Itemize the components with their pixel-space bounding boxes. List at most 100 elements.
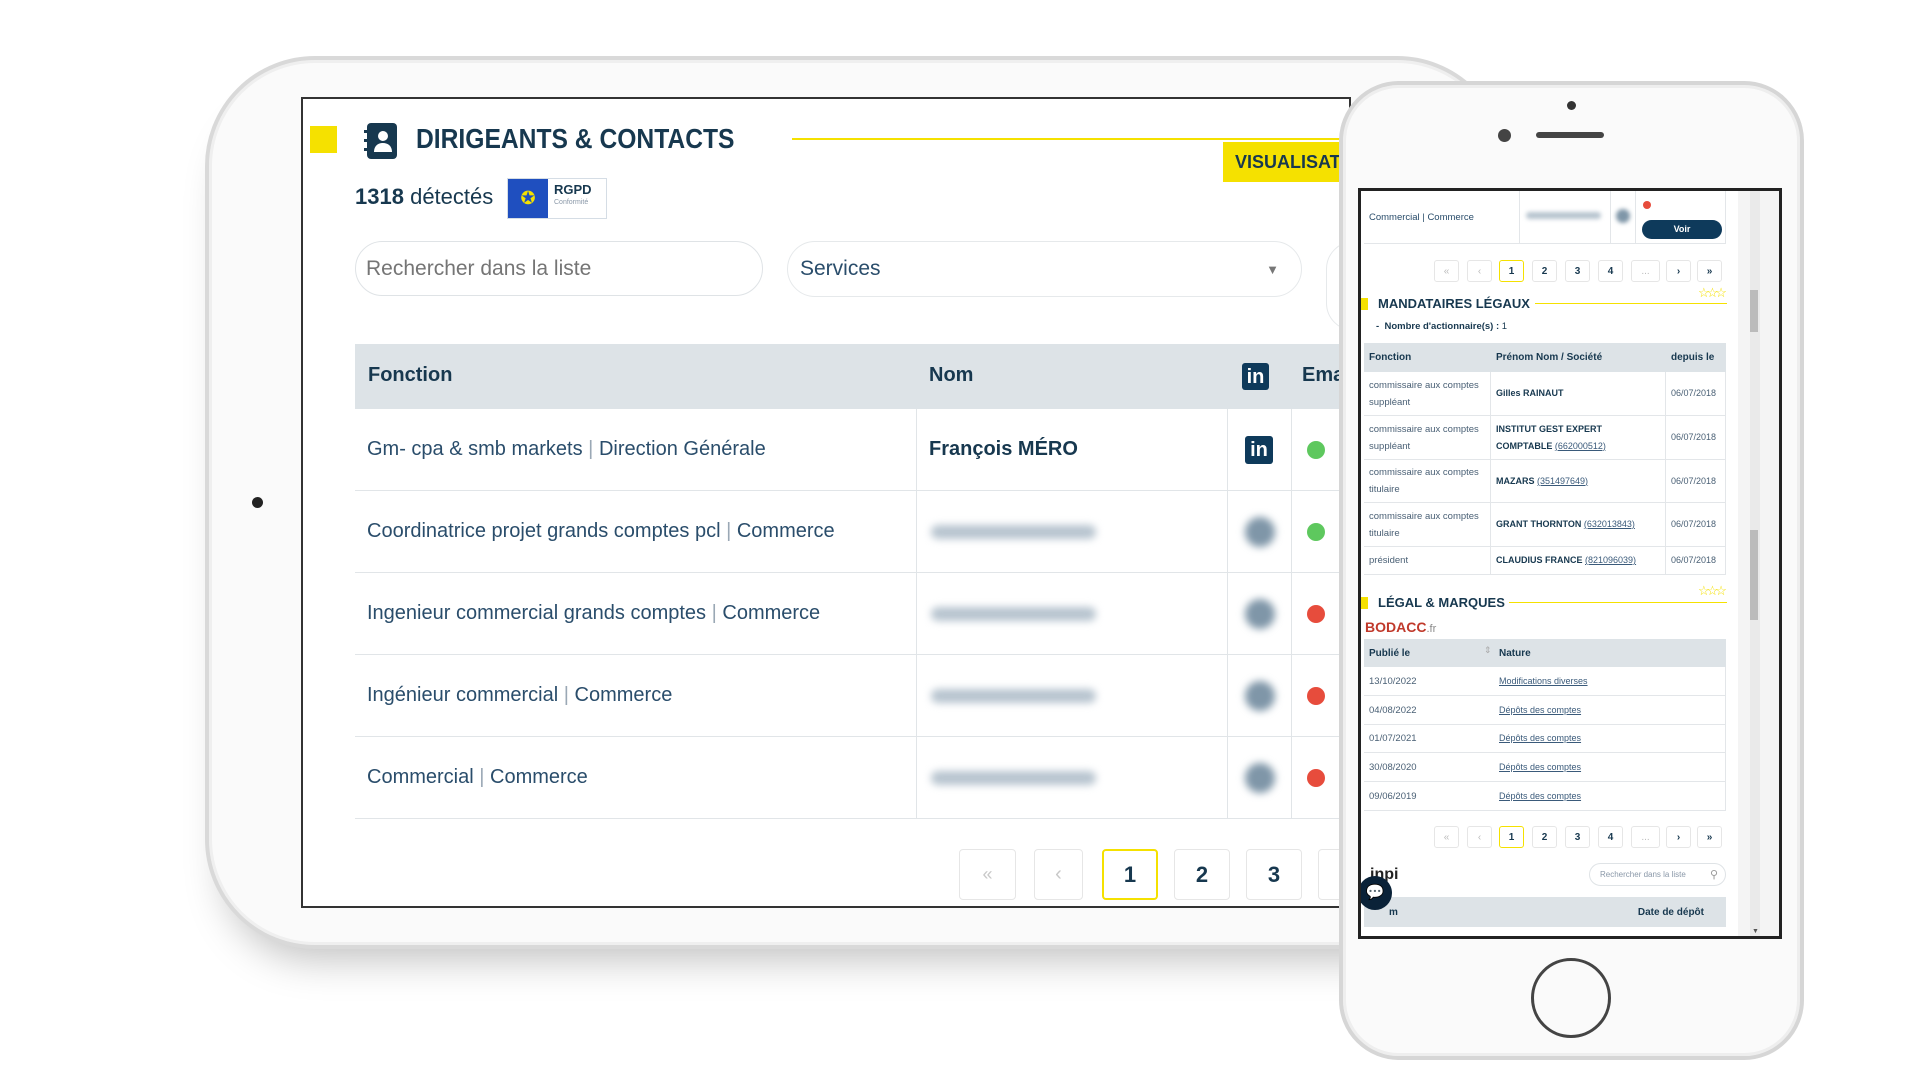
pagination-page-2[interactable]: 2 (1532, 260, 1557, 282)
table-row-nom: François MÉRO (917, 409, 1228, 491)
pagination-first[interactable]: « (1434, 260, 1459, 282)
rgpd-badge: ✪ RGPD Conformité (507, 178, 607, 219)
pagination-page-1[interactable]: 1 (1499, 826, 1524, 848)
top-row-nom-blurred (1520, 191, 1611, 244)
actionnaires-count: - Nombre d'actionnaire(s) : 1 (1376, 321, 1508, 332)
title-underline (1535, 303, 1727, 304)
header-nom: Prénom Nom / Société (1491, 343, 1666, 372)
search-input[interactable] (355, 241, 763, 296)
bodacc-date: 30/08/2020 (1364, 753, 1494, 782)
pagination-page-3[interactable]: 3 (1246, 849, 1302, 900)
siren-link[interactable]: (821096039) (1585, 555, 1636, 565)
chat-icon[interactable]: 💬 (1361, 876, 1392, 910)
bodacc-nature-link[interactable]: Dépôts des comptes (1494, 725, 1726, 753)
table-row-linkedin[interactable] (1228, 573, 1292, 655)
table-row-linkedin[interactable]: in (1228, 409, 1292, 491)
pagination-page-1[interactable]: 1 (1102, 849, 1158, 900)
bodacc-nature-link[interactable]: Dépôts des comptes (1494, 696, 1726, 725)
section-marker (1361, 298, 1368, 310)
title-underline (792, 138, 1349, 140)
eu-stars-icon: ✪ (508, 179, 548, 218)
status-dot-green (1307, 441, 1325, 459)
pagination-prev[interactable]: ‹ (1467, 826, 1492, 848)
mandataire-date: 06/07/2018 (1666, 416, 1726, 460)
linkedin-icon[interactable]: in (1245, 436, 1273, 464)
tablet-screen: DIRIGEANTS & CONTACTS VISUALISAT 1318 dé… (301, 97, 1351, 908)
pagination-page-3[interactable]: 3 (1565, 826, 1590, 848)
table-row-linkedin[interactable] (1228, 491, 1292, 573)
header-publie[interactable]: Publié le (1364, 639, 1494, 667)
pagination-next[interactable]: › (1666, 260, 1691, 282)
table-header (355, 344, 1349, 409)
services-select[interactable]: Services ▼ (787, 241, 1302, 297)
top-row-fonction: Commercial | Commerce (1364, 191, 1520, 244)
voir-button[interactable]: Voir (1642, 220, 1722, 239)
mandataire-nom: GRANT THORNTON (632013843) (1491, 503, 1666, 547)
scrollbar-thumb-2[interactable] (1750, 530, 1758, 620)
table-row-fonction: Ingenieur commercial grands comptes | Co… (355, 573, 917, 655)
pagination-page-4[interactable]: 4 (1598, 260, 1623, 282)
mandataire-fonction: commissaire aux comptes suppléant (1364, 416, 1491, 460)
pagination-first[interactable]: « (1434, 826, 1459, 848)
siren-link[interactable]: (632013843) (1584, 519, 1635, 529)
linkedin-icon-blurred (1245, 763, 1275, 793)
header-depuis: depuis le (1666, 343, 1726, 372)
pagination-last[interactable]: » (1697, 826, 1722, 848)
pagination-page-3[interactable]: 3 (1565, 260, 1590, 282)
scroll-down-arrow[interactable]: ▼ (1752, 928, 1759, 935)
visualisation-button[interactable]: VISUALISAT (1223, 142, 1349, 182)
pagination-page-ellipsis[interactable]: ... (1631, 826, 1660, 848)
pagination-first[interactable]: « (959, 849, 1016, 900)
table-row-linkedin[interactable] (1228, 655, 1292, 737)
phone-screen: Commercial | Commerce Voir «‹ 1 2 3 4... ›» M… (1358, 188, 1782, 939)
pagination-page-4[interactable]: 4 (1598, 826, 1623, 848)
header-email: Ema (1302, 364, 1345, 386)
mandataire-nom: INSTITUT GEST EXPERT COMPTABLE (66200051… (1491, 416, 1666, 460)
mandataire-fonction: commissaire aux comptes titulaire (1364, 460, 1491, 503)
inpi-table-header: m Date de dépôt (1364, 897, 1726, 927)
sort-icon[interactable]: ⇕ (1484, 645, 1492, 656)
mandataire-fonction: commissaire aux comptes suppléant (1364, 372, 1491, 416)
bodacc-date: 09/06/2019 (1364, 782, 1494, 811)
pagination-last[interactable]: » (1697, 260, 1722, 282)
mandataire-date: 06/07/2018 (1666, 460, 1726, 503)
header-fonction: Fonction (1364, 343, 1491, 372)
bodacc-nature-link[interactable]: Dépôts des comptes (1494, 753, 1726, 782)
pagination-prev[interactable]: ‹ (1034, 849, 1083, 900)
title-underline (1509, 602, 1727, 603)
rgpd-subtitle: Conformité (554, 199, 589, 206)
detected-count: 1318 détectés (355, 184, 494, 209)
mandataire-nom: MAZARS (351497649) (1491, 460, 1666, 503)
services-select-value: Services (800, 257, 881, 280)
scrollbar-thumb[interactable] (1750, 290, 1758, 332)
mandataire-nom: Gilles RAINAUT (1491, 372, 1666, 416)
contacts-book-icon (362, 122, 400, 160)
stars-icon: ☆☆☆ (1698, 583, 1727, 598)
section-title: DIRIGEANTS & CONTACTS (416, 123, 735, 154)
pagination-prev[interactable]: ‹ (1467, 260, 1492, 282)
mandataire-fonction: président (1364, 547, 1491, 575)
pagination-page-2[interactable]: 2 (1532, 826, 1557, 848)
legal-title: LÉGAL & MARQUES (1378, 595, 1505, 610)
rgpd-title: RGPD (554, 182, 592, 197)
mandataire-date: 06/07/2018 (1666, 547, 1726, 575)
home-button[interactable] (1531, 958, 1611, 1038)
pagination-next[interactable]: › (1666, 826, 1691, 848)
bodacc-nature-link[interactable]: Modifications diverses (1494, 667, 1726, 696)
pagination-page-2[interactable]: 2 (1174, 849, 1230, 900)
inpi-search-input[interactable]: Rechercher dans la liste ⚲ (1589, 863, 1726, 886)
search-icon: ⚲ (1709, 869, 1718, 881)
bodacc-date: 13/10/2022 (1364, 667, 1494, 696)
siren-link[interactable]: (351497649) (1537, 476, 1588, 486)
pagination-page-ellipsis[interactable]: ... (1631, 260, 1660, 282)
siren-link[interactable]: (662000512) (1555, 441, 1606, 451)
linkedin-icon-blurred (1245, 599, 1275, 629)
section-marker (310, 126, 337, 153)
mandataire-date: 06/07/2018 (1666, 503, 1726, 547)
pagination-page-1[interactable]: 1 (1499, 260, 1524, 282)
table-row-linkedin[interactable] (1228, 737, 1292, 819)
bodacc-date: 04/08/2022 (1364, 696, 1494, 725)
table-row-nom (917, 655, 1228, 737)
tablet-camera (252, 497, 263, 508)
bodacc-nature-link[interactable]: Dépôts des comptes (1494, 782, 1726, 811)
